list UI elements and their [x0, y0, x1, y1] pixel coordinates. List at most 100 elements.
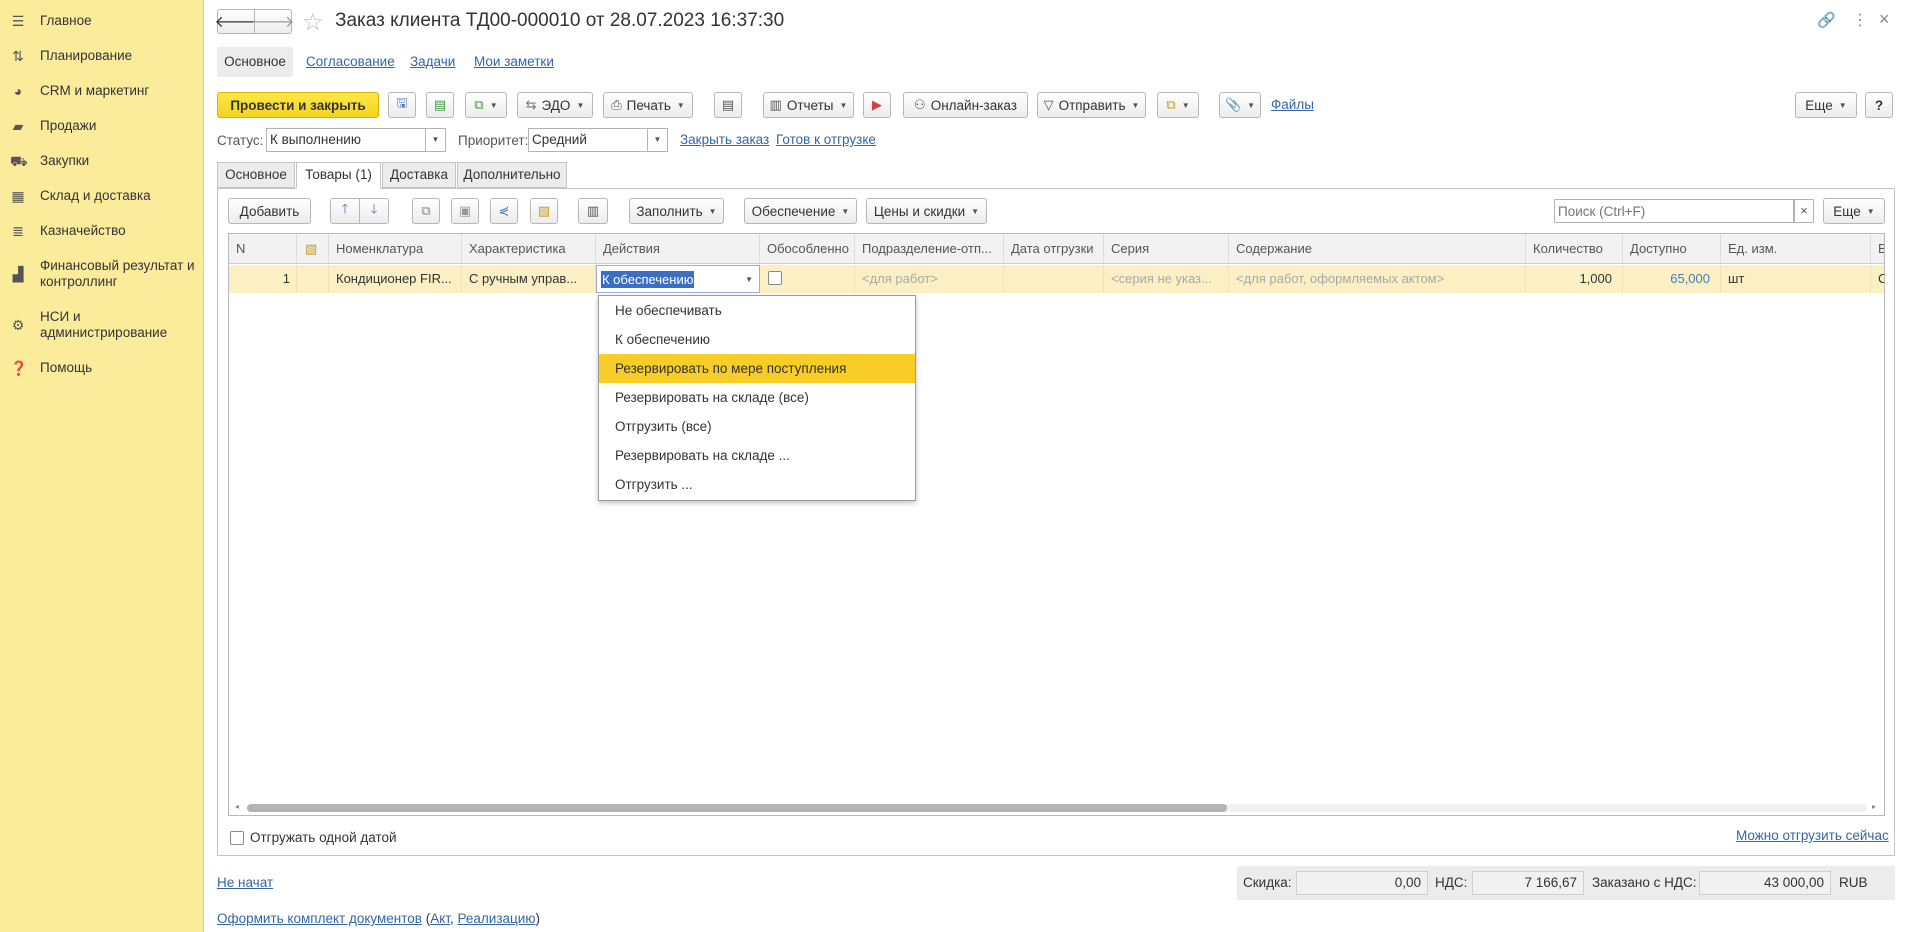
cell-available[interactable]: 65,000: [1623, 265, 1721, 293]
column-header-actions[interactable]: Действия: [596, 234, 760, 264]
priority-dropdown-button[interactable]: ▼: [648, 128, 668, 152]
can-ship-now-link[interactable]: Можно отгрузить сейчас: [1736, 828, 1889, 843]
edo-button[interactable]: ⇆ ЭДО ▼: [517, 92, 593, 118]
paste-button[interactable]: ▣: [451, 198, 479, 224]
barcode-button[interactable]: ▥: [578, 198, 608, 224]
more-button[interactable]: Еще ▼: [1795, 92, 1857, 118]
column-header-extra[interactable]: В: [1871, 234, 1884, 264]
help-button[interactable]: ?: [1865, 92, 1893, 118]
tab-additional[interactable]: Дополнительно: [457, 162, 567, 188]
link-icon[interactable]: 🔗: [1817, 11, 1836, 29]
act-link[interactable]: Акт: [430, 911, 450, 926]
dropdown-item-ship[interactable]: Отгрузить ...: [599, 470, 915, 499]
reports-button[interactable]: ▥ Отчеты ▼: [763, 92, 854, 118]
cell-characteristic[interactable]: С ручным управ...: [462, 265, 596, 293]
cell-nomenclature[interactable]: Кондиционер FIR...: [329, 265, 462, 293]
column-header-n[interactable]: N: [229, 234, 297, 264]
flow-button[interactable]: ▶: [863, 92, 891, 118]
sidebar-item-purchases[interactable]: ⛟ Закупки: [0, 153, 204, 169]
cell-quantity[interactable]: 1,000: [1526, 265, 1623, 293]
grid-more-button[interactable]: Еще ▼: [1823, 198, 1885, 224]
cell-icon[interactable]: [297, 265, 329, 293]
cell-division[interactable]: <для работ>: [855, 265, 1004, 293]
sidebar-item-planning[interactable]: ⇅ Планирование: [0, 48, 204, 64]
dropdown-item-no-supply[interactable]: Не обеспечивать: [599, 296, 915, 325]
close-order-link[interactable]: Закрыть заказ: [680, 132, 769, 147]
status-not-started-link[interactable]: Не начат: [217, 875, 273, 890]
dropdown-item-ship-all[interactable]: Отгрузить (все): [599, 412, 915, 441]
create-docs-link[interactable]: Оформить комплект документов: [217, 911, 422, 926]
tab-approval[interactable]: Согласование: [306, 54, 395, 69]
document-button[interactable]: ▤: [714, 92, 742, 118]
send-button[interactable]: ▽ Отправить ▼: [1037, 92, 1146, 118]
close-icon[interactable]: ×: [1879, 9, 1890, 30]
horizontal-scrollbar[interactable]: [247, 804, 1867, 812]
sidebar-item-treasury[interactable]: ≣ Казначейство: [0, 223, 204, 239]
post-and-close-button[interactable]: Провести и закрыть: [217, 92, 379, 118]
sidebar-item-crm[interactable]: ◕ CRM и маркетинг: [0, 83, 204, 99]
tab-tasks[interactable]: Задачи: [410, 54, 455, 69]
column-header-separate[interactable]: Обособленно: [760, 234, 855, 264]
sidebar-item-warehouse[interactable]: ▦ Склад и доставка: [0, 188, 204, 204]
prices-discounts-button[interactable]: Цены и скидки ▼: [866, 198, 987, 224]
attach-docs-button[interactable]: ⧉ ▼: [1157, 92, 1199, 118]
post-button[interactable]: ▤: [426, 92, 454, 118]
ready-to-ship-link[interactable]: Готов к отгрузке: [776, 132, 876, 147]
move-up-button[interactable]: 🡑: [330, 198, 360, 224]
column-header-series[interactable]: Серия: [1104, 234, 1229, 264]
tab-goods[interactable]: Товары (1): [296, 162, 381, 189]
fill-button[interactable]: Заполнить ▼: [629, 198, 724, 224]
dropdown-item-reserve-stock[interactable]: Резервировать на складе ...: [599, 441, 915, 470]
ship-one-date-checkbox[interactable]: [230, 831, 244, 845]
forward-button[interactable]: 🡒: [252, 9, 294, 34]
column-header-quantity[interactable]: Количество: [1526, 234, 1623, 264]
column-header-content[interactable]: Содержание: [1229, 234, 1526, 264]
column-header-ship-date[interactable]: Дата отгрузки: [1004, 234, 1104, 264]
files-link[interactable]: Файлы: [1271, 97, 1314, 112]
scroll-right-icon[interactable]: ▸: [1872, 802, 1876, 811]
sidebar-item-help[interactable]: ❓ Помощь: [0, 360, 204, 376]
create-based-button[interactable]: ⧉ ▼: [465, 92, 507, 118]
search-input[interactable]: [1554, 199, 1794, 223]
add-button[interactable]: Добавить: [228, 198, 311, 224]
tab-main[interactable]: Основное: [217, 47, 293, 77]
chevron-down-icon[interactable]: ▼: [745, 266, 753, 292]
tab-notes[interactable]: Мои заметки: [474, 54, 554, 69]
split-button[interactable]: ⋞: [490, 198, 518, 224]
sidebar-item-finance[interactable]: ▟ Финансовый результат и контроллинг: [0, 258, 204, 290]
sidebar-item-main[interactable]: ☰ Главное: [0, 13, 204, 29]
more-vertical-icon[interactable]: ⋮: [1852, 10, 1868, 30]
supply-button[interactable]: Обеспечение ▼: [744, 198, 857, 224]
scroll-left-icon[interactable]: ◂: [235, 802, 239, 811]
dropdown-item-reserve-on-arrival[interactable]: Резервировать по мере поступления: [599, 354, 915, 383]
cell-ship-date[interactable]: [1004, 265, 1104, 293]
column-header-available[interactable]: Доступно: [1623, 234, 1721, 264]
cell-content[interactable]: <для работ, оформляемых актом>: [1229, 265, 1526, 293]
paperclip-button[interactable]: 📎 ▼: [1219, 92, 1261, 118]
realization-link[interactable]: Реализацию: [458, 911, 536, 926]
sidebar-item-nsi[interactable]: ⚙ НСИ и администрирование: [0, 309, 204, 341]
copy-button[interactable]: ⧉: [412, 198, 440, 224]
sidebar-item-sales[interactable]: ▰ Продажи: [0, 118, 204, 134]
column-header-division[interactable]: Подразделение-отп...: [855, 234, 1004, 264]
star-icon[interactable]: ☆: [302, 8, 324, 37]
cell-actions-editor[interactable]: К обеспечению ▼: [596, 265, 760, 293]
status-dropdown-button[interactable]: ▼: [426, 128, 446, 152]
separate-checkbox[interactable]: [768, 271, 782, 285]
dropdown-item-to-supply[interactable]: К обеспечению: [599, 325, 915, 354]
status-field[interactable]: К выполнению: [266, 128, 426, 152]
save-button[interactable]: 🖫: [388, 92, 416, 118]
tab-delivery[interactable]: Доставка: [382, 162, 456, 188]
cell-unit[interactable]: шт: [1721, 265, 1871, 293]
pick-button[interactable]: ▧: [530, 198, 558, 224]
print-button[interactable]: ⎙ Печать ▼: [603, 92, 693, 118]
column-header-icon[interactable]: ▧: [297, 234, 329, 264]
cell-extra[interactable]: С: [1871, 265, 1884, 293]
online-order-button[interactable]: ⚇ Онлайн-заказ: [903, 92, 1028, 118]
column-header-nomenclature[interactable]: Номенклатура: [329, 234, 462, 264]
cell-n[interactable]: 1: [229, 265, 297, 293]
move-down-button[interactable]: 🡓: [359, 198, 389, 224]
search-clear-button[interactable]: ×: [1794, 199, 1814, 223]
dropdown-item-reserve-stock-all[interactable]: Резервировать на складе (все): [599, 383, 915, 412]
cell-series[interactable]: <серия не указ...: [1104, 265, 1229, 293]
